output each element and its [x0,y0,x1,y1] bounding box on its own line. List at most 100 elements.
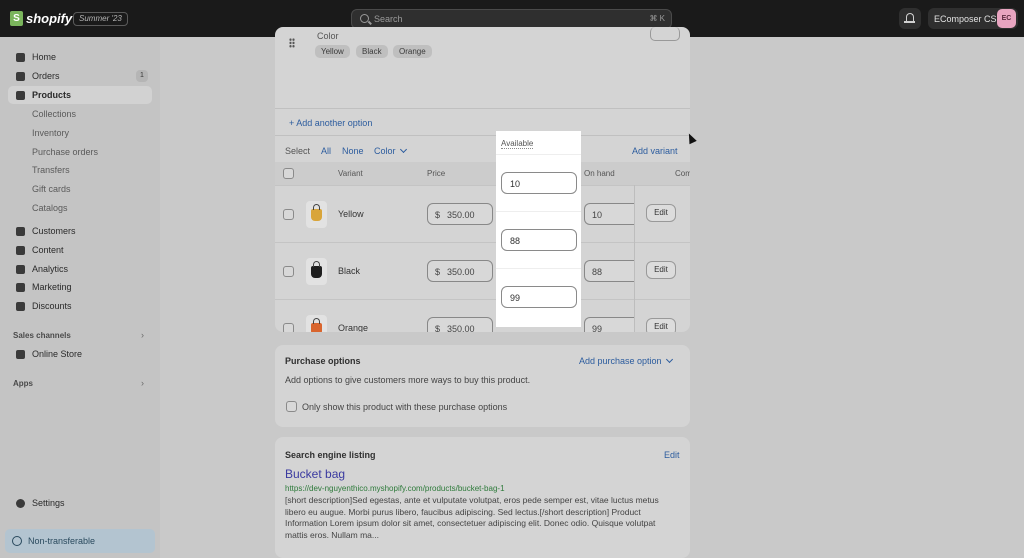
on-hand-value: 10 [592,210,603,220]
divider [275,135,690,136]
column-header-available[interactable]: Available [501,139,534,149]
on-hand-input[interactable]: 88 [584,260,634,282]
sidebar-item-discounts[interactable]: Discounts [8,297,152,315]
row-checkbox[interactable] [283,266,294,277]
variant-name: Black [338,266,361,276]
divider [496,154,581,155]
notifications-button[interactable] [899,8,921,29]
sidebar-item-products[interactable]: Products [8,86,152,104]
row-checkbox[interactable] [283,209,294,220]
sidebar-item-label: Home [32,52,57,62]
add-purchase-option-button[interactable]: Add purchase option [579,355,673,366]
variant-thumbnail[interactable] [306,201,327,228]
sidebar-item-label: Products [32,90,72,100]
purchase-options-checkbox-label[interactable]: Only show this product with these purcha… [302,402,507,412]
main-content: Color Yellow Black Orange + Add another … [160,27,1024,558]
on-hand-value: 99 [592,324,603,332]
chevron-right-icon[interactable]: › [141,330,144,340]
sidebar-subitem-collections[interactable]: Collections [32,109,76,119]
sidebar-subitem-catalogs[interactable]: Catalogs [32,203,68,213]
select-color-label: Color [374,146,396,156]
bag-image [311,204,322,221]
drag-handle-icon[interactable] [289,38,295,48]
currency-symbol: $ [435,210,441,220]
sidebar-item-home[interactable]: Home [8,48,152,66]
available-input[interactable]: 88 [501,229,577,251]
variant-thumbnail[interactable] [306,258,327,285]
seo-url: https://dev-nguyenthico.myshopify.com/pr… [285,484,505,493]
on-hand-input[interactable]: 99 [584,317,634,332]
select-all-checkbox[interactable] [283,168,294,179]
available-input[interactable]: 10 [501,172,577,194]
sidebar-item-settings[interactable]: Settings [8,494,152,512]
avatar: EC [997,9,1016,28]
store-menu-button[interactable]: EComposer CS EC [928,8,1018,29]
seo-edit-link[interactable]: Edit [664,450,680,460]
sidebar-item-customers[interactable]: Customers [8,222,152,240]
select-none-link[interactable]: None [342,146,364,156]
info-icon [12,536,22,546]
row-checkbox[interactable] [283,323,294,332]
price-input[interactable]: $ 350.00 [427,260,493,282]
table-row: Yellow $ 350.00 10 Edit [275,185,690,242]
on-hand-value: 88 [592,267,603,277]
non-transferable-label: Non-transferable [28,536,96,546]
option-done-button[interactable] [650,27,680,41]
search-bar[interactable]: Search ⌘ K [351,9,672,29]
edit-button[interactable]: Edit [646,318,676,332]
sidebar-item-orders[interactable]: Orders 1 [8,67,152,85]
sidebar-subitem-transfers[interactable]: Transfers [32,165,70,175]
edit-button[interactable]: Edit [646,204,676,222]
price-input[interactable]: $ 350.00 [427,203,493,225]
home-icon [16,52,25,62]
add-purchase-option-label: Add purchase option [579,356,662,366]
apps-heading[interactable]: Apps [13,379,33,388]
sidebar: Home Orders 1 Products Collections Inven… [0,37,160,558]
sidebar-subitem-inventory[interactable]: Inventory [32,128,69,138]
purchase-options-checkbox[interactable] [286,401,297,412]
sidebar-subitem-purchase-orders[interactable]: Purchase orders [32,147,98,157]
sidebar-item-label: Discounts [32,301,72,311]
option-value-chip: Black [356,45,388,58]
column-header-on-hand: On hand [584,169,615,178]
option-name: Color [317,31,339,41]
shopify-logo[interactable]: S shopify [10,11,72,26]
currency-symbol: $ [435,324,441,332]
select-all-link[interactable]: All [321,146,331,156]
available-column-highlight: Available 10 88 99 [496,131,581,327]
price-input[interactable]: $ 350.00 [427,317,493,332]
sales-channels-heading[interactable]: Sales channels [13,331,71,340]
chevron-right-icon[interactable]: › [141,378,144,388]
edit-button[interactable]: Edit [646,261,676,279]
non-transferable-banner[interactable]: Non-transferable [5,529,155,553]
variants-card: Color Yellow Black Orange + Add another … [275,27,690,332]
purchase-options-card: Purchase options Add purchase option Add… [275,345,690,427]
available-input[interactable]: 99 [501,286,577,308]
search-placeholder: Search [374,14,403,24]
sidebar-subitem-gift-cards[interactable]: Gift cards [32,184,71,194]
on-hand-input[interactable]: 10 [584,203,634,225]
edition-badge[interactable]: Summer '23 [73,12,128,26]
price-value: 350.00 [447,267,475,277]
tag-icon [16,90,25,100]
column-header-price: Price [427,169,446,178]
sidebar-item-content[interactable]: Content [8,241,152,259]
sidebar-item-label: Customers [32,226,76,236]
purchase-options-description: Add options to give customers more ways … [285,375,531,385]
table-row: Black $ 350.00 88 Edit [275,242,690,299]
variant-thumbnail[interactable] [306,315,327,332]
gear-icon [16,498,25,508]
divider [496,268,581,269]
sidebar-item-marketing[interactable]: Marketing [8,278,152,296]
add-another-option-link[interactable]: + Add another option [289,118,372,128]
add-variant-link[interactable]: Add variant [632,146,678,156]
divider [496,211,581,212]
select-color-dropdown[interactable]: Color [374,145,407,156]
variant-name: Orange [338,323,369,332]
sidebar-item-analytics[interactable]: Analytics [8,260,152,278]
option-value-chip: Orange [393,45,432,58]
seo-description: [short description]Sed egestas, ante et … [285,495,659,540]
bell-icon [904,13,915,23]
bag-image [311,318,322,332]
sidebar-item-online-store[interactable]: Online Store [8,345,152,363]
